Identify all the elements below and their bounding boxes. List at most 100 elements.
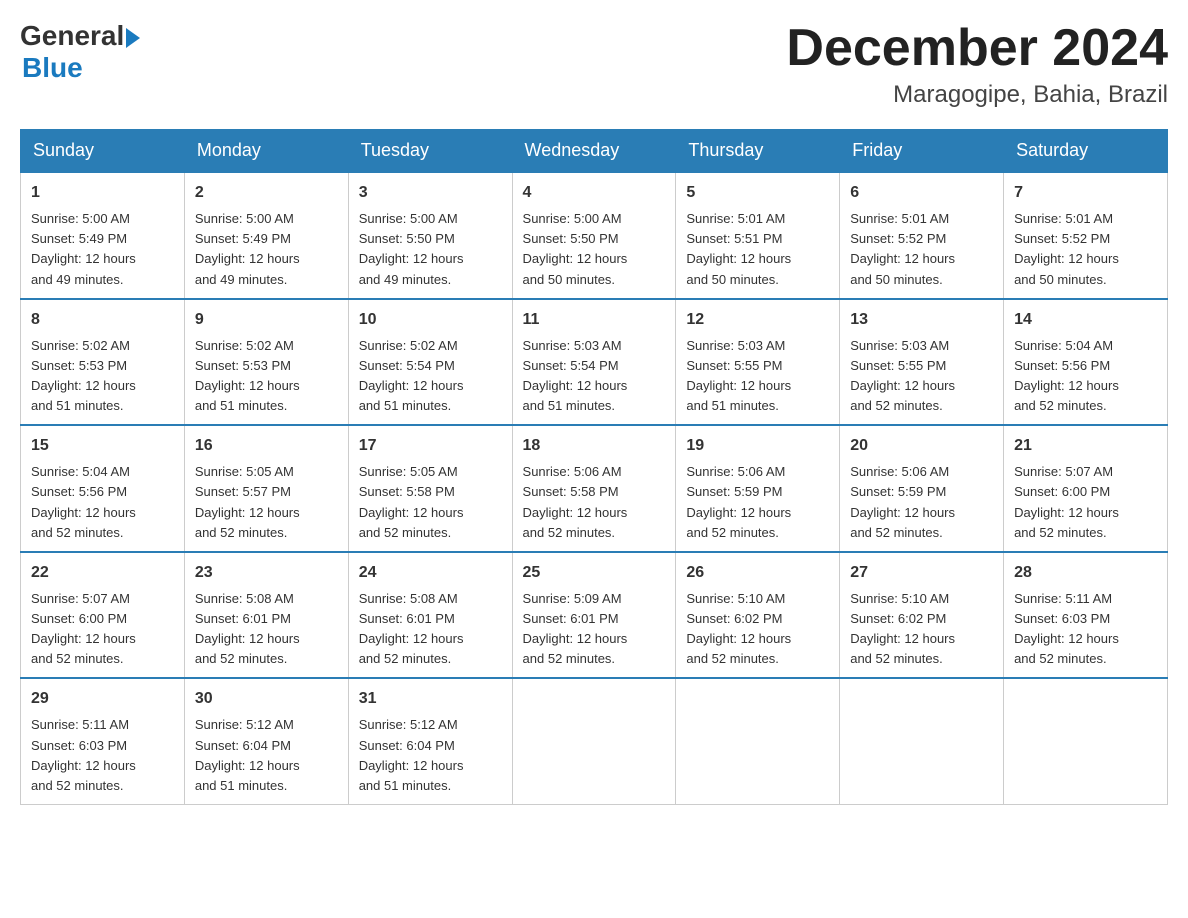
day-cell-23: 23Sunrise: 5:08 AMSunset: 6:01 PMDayligh… xyxy=(184,552,348,679)
empty-cell xyxy=(840,678,1004,804)
day-number: 12 xyxy=(686,308,829,332)
day-info: Sunrise: 5:11 AMSunset: 6:03 PMDaylight:… xyxy=(31,715,174,796)
day-number: 29 xyxy=(31,687,174,711)
day-cell-6: 6 Sunrise: 5:01 AMSunset: 5:52 PMDaylight… xyxy=(840,172,1004,299)
day-number: 4 xyxy=(523,181,666,205)
day-info: Sunrise: 5:00 AMSunset: 5:50 PMDaylight:… xyxy=(523,209,666,290)
day-number: 31 xyxy=(359,687,502,711)
day-cell-8: 8 Sunrise: 5:02 AMSunset: 5:53 PMDaylight… xyxy=(21,299,185,426)
day-info: Sunrise: 5:10 AMSunset: 6:02 PMDaylight:… xyxy=(686,589,829,670)
logo-general: General xyxy=(20,20,124,52)
empty-cell xyxy=(512,678,676,804)
day-number: 5 xyxy=(686,181,829,205)
weekday-header-monday: Monday xyxy=(184,130,348,173)
day-cell-7: 7 Sunrise: 5:01 AMSunset: 5:52 PMDaylight… xyxy=(1004,172,1168,299)
week-row-3: 15 Sunrise: 5:04 AMSunset: 5:56 PMDayligh… xyxy=(21,425,1168,552)
day-cell-21: 21 Sunrise: 5:07 AMSunset: 6:00 PMDayligh… xyxy=(1004,425,1168,552)
day-number: 2 xyxy=(195,181,338,205)
day-info: Sunrise: 5:12 AMSunset: 6:04 PMDaylight:… xyxy=(359,715,502,796)
weekday-header-row: SundayMondayTuesdayWednesdayThursdayFrid… xyxy=(21,130,1168,173)
logo-blue: Blue xyxy=(22,52,83,84)
day-number: 19 xyxy=(686,434,829,458)
day-number: 23 xyxy=(195,561,338,585)
day-number: 9 xyxy=(195,308,338,332)
calendar-table: SundayMondayTuesdayWednesdayThursdayFrid… xyxy=(20,129,1168,805)
weekday-header-friday: Friday xyxy=(840,130,1004,173)
location-title: Maragogipe, Bahia, Brazil xyxy=(786,81,1168,109)
logo: General Blue xyxy=(20,20,140,84)
day-cell-26: 26 Sunrise: 5:10 AMSunset: 6:02 PMDayligh… xyxy=(676,552,840,679)
day-info: Sunrise: 5:00 AMSunset: 5:49 PMDaylight:… xyxy=(195,209,338,290)
day-info: Sunrise: 5:07 AMSunset: 6:00 PMDaylight:… xyxy=(1014,462,1157,543)
day-cell-30: 30 Sunrise: 5:12 AMSunset: 6:04 PMDayligh… xyxy=(184,678,348,804)
day-cell-14: 14 Sunrise: 5:04 AMSunset: 5:56 PMDayligh… xyxy=(1004,299,1168,426)
day-cell-15: 15 Sunrise: 5:04 AMSunset: 5:56 PMDayligh… xyxy=(21,425,185,552)
day-info: Sunrise: 5:01 AMSunset: 5:52 PMDaylight:… xyxy=(1014,209,1157,290)
day-info: Sunrise: 5:07 AMSunset: 6:00 PMDaylight:… xyxy=(31,589,174,670)
day-cell-10: 10Sunrise: 5:02 AMSunset: 5:54 PMDayligh… xyxy=(348,299,512,426)
day-number: 30 xyxy=(195,687,338,711)
day-cell-18: 18 Sunrise: 5:06 AMSunset: 5:58 PMDayligh… xyxy=(512,425,676,552)
empty-cell xyxy=(676,678,840,804)
week-row-5: 29 Sunrise: 5:11 AMSunset: 6:03 PMDayligh… xyxy=(21,678,1168,804)
day-number: 25 xyxy=(523,561,666,585)
weekday-header-thursday: Thursday xyxy=(676,130,840,173)
day-info: Sunrise: 5:05 AMSunset: 5:57 PMDaylight:… xyxy=(195,462,338,543)
day-info: Sunrise: 5:04 AMSunset: 5:56 PMDaylight:… xyxy=(1014,336,1157,417)
day-number: 15 xyxy=(31,434,174,458)
day-cell-24: 24Sunrise: 5:08 AMSunset: 6:01 PMDayligh… xyxy=(348,552,512,679)
empty-cell xyxy=(1004,678,1168,804)
day-info: Sunrise: 5:02 AMSunset: 5:53 PMDaylight:… xyxy=(31,336,174,417)
day-cell-9: 9Sunrise: 5:02 AMSunset: 5:53 PMDaylight… xyxy=(184,299,348,426)
day-cell-2: 2 Sunrise: 5:00 AMSunset: 5:49 PMDaylight… xyxy=(184,172,348,299)
day-info: Sunrise: 5:01 AMSunset: 5:52 PMDaylight:… xyxy=(850,209,993,290)
day-cell-29: 29 Sunrise: 5:11 AMSunset: 6:03 PMDayligh… xyxy=(21,678,185,804)
logo-arrow-icon xyxy=(126,28,140,48)
day-number: 22 xyxy=(31,561,174,585)
day-cell-5: 5Sunrise: 5:01 AMSunset: 5:51 PMDaylight… xyxy=(676,172,840,299)
day-number: 6 xyxy=(850,181,993,205)
day-number: 1 xyxy=(31,181,174,205)
day-info: Sunrise: 5:03 AMSunset: 5:55 PMDaylight:… xyxy=(686,336,829,417)
day-info: Sunrise: 5:04 AMSunset: 5:56 PMDaylight:… xyxy=(31,462,174,543)
day-info: Sunrise: 5:00 AMSunset: 5:50 PMDaylight:… xyxy=(359,209,502,290)
day-info: Sunrise: 5:09 AMSunset: 6:01 PMDaylight:… xyxy=(523,589,666,670)
day-info: Sunrise: 5:08 AMSunset: 6:01 PMDaylight:… xyxy=(359,589,502,670)
month-title: December 2024 xyxy=(786,20,1168,77)
day-number: 17 xyxy=(359,434,502,458)
day-cell-22: 22 Sunrise: 5:07 AMSunset: 6:00 PMDayligh… xyxy=(21,552,185,679)
day-number: 13 xyxy=(850,308,993,332)
day-cell-16: 16Sunrise: 5:05 AMSunset: 5:57 PMDayligh… xyxy=(184,425,348,552)
day-number: 8 xyxy=(31,308,174,332)
weekday-header-tuesday: Tuesday xyxy=(348,130,512,173)
day-number: 7 xyxy=(1014,181,1157,205)
week-row-1: 1 Sunrise: 5:00 AMSunset: 5:49 PMDaylight… xyxy=(21,172,1168,299)
day-number: 26 xyxy=(686,561,829,585)
weekday-header-wednesday: Wednesday xyxy=(512,130,676,173)
day-cell-27: 27 Sunrise: 5:10 AMSunset: 6:02 PMDayligh… xyxy=(840,552,1004,679)
page-header: General Blue December 2024 Maragogipe, B… xyxy=(20,20,1168,109)
day-info: Sunrise: 5:05 AMSunset: 5:58 PMDaylight:… xyxy=(359,462,502,543)
day-info: Sunrise: 5:11 AMSunset: 6:03 PMDaylight:… xyxy=(1014,589,1157,670)
day-number: 14 xyxy=(1014,308,1157,332)
day-cell-19: 19Sunrise: 5:06 AMSunset: 5:59 PMDayligh… xyxy=(676,425,840,552)
day-cell-4: 4 Sunrise: 5:00 AMSunset: 5:50 PMDaylight… xyxy=(512,172,676,299)
weekday-header-sunday: Sunday xyxy=(21,130,185,173)
day-info: Sunrise: 5:06 AMSunset: 5:58 PMDaylight:… xyxy=(523,462,666,543)
title-section: December 2024 Maragogipe, Bahia, Brazil xyxy=(786,20,1168,109)
day-number: 21 xyxy=(1014,434,1157,458)
day-cell-31: 31 Sunrise: 5:12 AMSunset: 6:04 PMDayligh… xyxy=(348,678,512,804)
day-cell-11: 11Sunrise: 5:03 AMSunset: 5:54 PMDayligh… xyxy=(512,299,676,426)
day-info: Sunrise: 5:12 AMSunset: 6:04 PMDaylight:… xyxy=(195,715,338,796)
weekday-header-saturday: Saturday xyxy=(1004,130,1168,173)
day-number: 27 xyxy=(850,561,993,585)
day-cell-17: 17 Sunrise: 5:05 AMSunset: 5:58 PMDayligh… xyxy=(348,425,512,552)
day-number: 28 xyxy=(1014,561,1157,585)
week-row-4: 22 Sunrise: 5:07 AMSunset: 6:00 PMDayligh… xyxy=(21,552,1168,679)
day-info: Sunrise: 5:10 AMSunset: 6:02 PMDaylight:… xyxy=(850,589,993,670)
day-number: 18 xyxy=(523,434,666,458)
day-cell-13: 13Sunrise: 5:03 AMSunset: 5:55 PMDayligh… xyxy=(840,299,1004,426)
day-info: Sunrise: 5:06 AMSunset: 5:59 PMDaylight:… xyxy=(850,462,993,543)
day-cell-28: 28 Sunrise: 5:11 AMSunset: 6:03 PMDayligh… xyxy=(1004,552,1168,679)
day-cell-1: 1Sunrise: 5:00 AMSunset: 5:49 PMDaylight… xyxy=(21,172,185,299)
